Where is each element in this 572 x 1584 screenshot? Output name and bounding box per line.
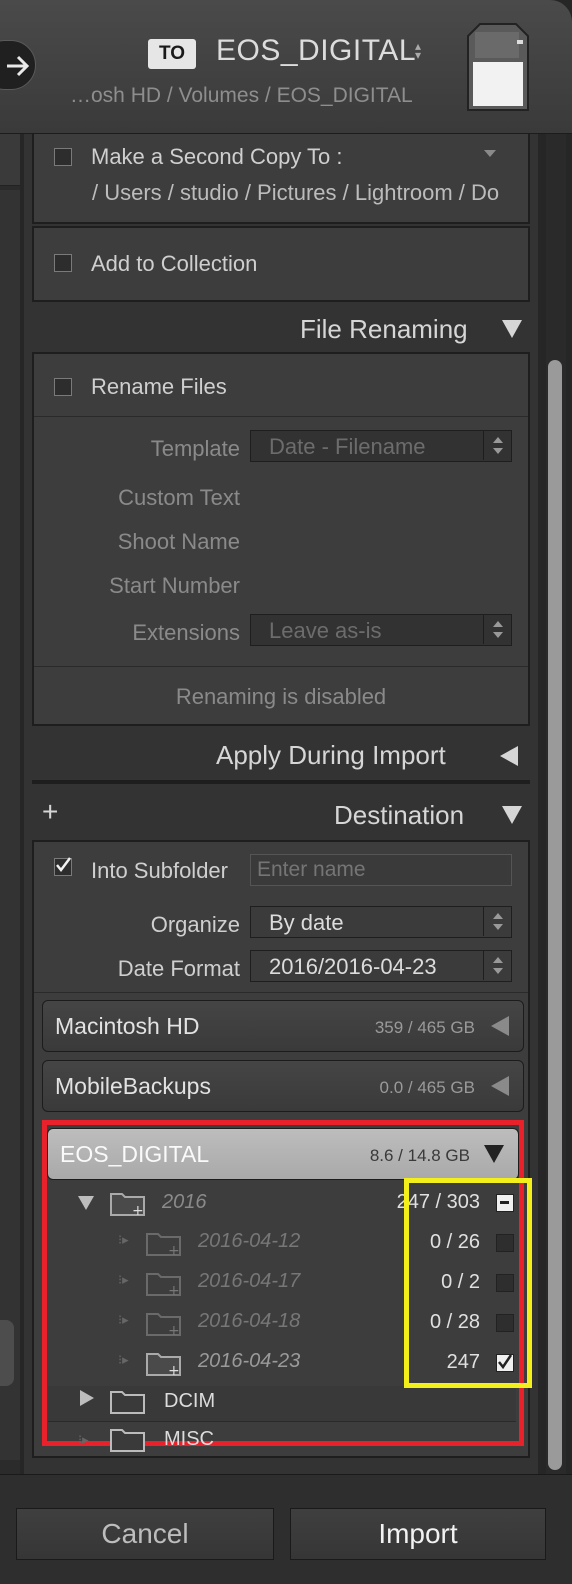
updown-chevron-icon [483, 431, 511, 460]
svg-text:+: + [168, 1363, 180, 1376]
extensions-value: Leave as-is [269, 618, 382, 643]
yellow-highlight-box [404, 1178, 532, 1388]
subfolder-name-input[interactable] [250, 854, 512, 886]
updown-chevron-icon[interactable]: ▴ ▾ [412, 40, 424, 61]
folder-name: 2016-04-18 [198, 1310, 301, 1332]
updown-chevron-icon [483, 615, 511, 644]
volume-mobilebackups[interactable]: MobileBackups 0.0 / 465 GB [42, 1060, 524, 1112]
dotted-connector-icon: ⁝▸ [78, 1432, 89, 1447]
extensions-select[interactable]: Leave as-is [250, 614, 512, 646]
add-to-collection-checkbox[interactable] [54, 254, 72, 272]
volume-eos-digital[interactable]: EOS_DIGITAL 8.6 / 14.8 GB [47, 1128, 519, 1180]
checkmark-icon [56, 857, 71, 873]
extensions-label: Extensions [132, 620, 240, 645]
dotted-connector-icon: ⁝▸ [118, 1352, 129, 1367]
start-number-label: Start Number [109, 573, 240, 598]
folder-name[interactable]: MISC [164, 1428, 214, 1451]
add-folder-button[interactable]: + [42, 796, 58, 828]
folder-icon [110, 1429, 145, 1452]
file-renaming-section: Rename Files Template Date - Filename Cu… [32, 352, 530, 726]
triangle-right-icon[interactable] [80, 1390, 94, 1406]
volume-name: Macintosh HD [55, 1013, 200, 1039]
destination-title[interactable]: EOS_DIGITAL [216, 34, 416, 68]
svg-text:+: + [168, 1323, 180, 1336]
add-to-collection-section: Add to Collection [32, 226, 530, 302]
svg-text:+: + [168, 1283, 180, 1296]
organize-value: By date [269, 910, 344, 935]
into-subfolder-label: Into Subfolder [91, 858, 228, 883]
add-to-collection-label: Add to Collection [91, 251, 258, 276]
updown-chevron-icon [483, 951, 511, 980]
second-copy-section: Make a Second Copy To : / Users / studio… [32, 134, 530, 224]
date-format-select[interactable]: 2016/2016-04-23 [250, 950, 512, 982]
triangle-down-icon[interactable] [78, 1196, 94, 1210]
scrollbar-thumb[interactable] [548, 360, 562, 1470]
folder-name: DCIM [164, 1390, 216, 1412]
destination-path: …osh HD / Volumes / EOS_DIGITAL [70, 84, 413, 107]
second-copy-checkbox[interactable] [54, 148, 72, 166]
volume-size: 0.0 / 465 GB [379, 1078, 475, 1097]
arrow-right-icon [7, 55, 30, 77]
template-select[interactable]: Date - Filename [250, 430, 512, 462]
folder-icon: + [146, 1353, 181, 1376]
memory-card-icon [467, 23, 529, 111]
rename-files-checkbox[interactable] [54, 378, 72, 396]
left-panel-edge [0, 134, 20, 1474]
folder-icon: + [146, 1313, 181, 1336]
folder-icon [110, 1391, 145, 1414]
svg-text:+: + [132, 1203, 144, 1216]
folder-name: 2016-04-12 [198, 1230, 301, 1252]
triangle-left-icon[interactable] [491, 1076, 509, 1096]
apply-during-import-header[interactable]: Apply During Import [216, 740, 446, 771]
triangle-down-icon[interactable] [484, 1145, 504, 1163]
triangle-down-icon[interactable] [502, 806, 522, 824]
folder-icon: + [146, 1233, 181, 1256]
svg-text:+: + [168, 1243, 180, 1256]
dotted-connector-icon: ⁝▸ [118, 1312, 129, 1327]
renaming-status: Renaming is disabled [175, 684, 387, 709]
rename-files-label: Rename Files [91, 374, 227, 399]
second-copy-label: Make a Second Copy To : [91, 144, 343, 169]
triangle-left-icon[interactable] [500, 746, 518, 766]
folder-name[interactable]: 2016 [162, 1191, 207, 1214]
date-format-label: Date Format [117, 956, 240, 981]
updown-chevron-icon [483, 907, 511, 936]
volume-macintosh-hd[interactable]: Macintosh HD 359 / 465 GB [42, 1000, 524, 1052]
right-panel: Make a Second Copy To : / Users / studio… [24, 134, 538, 1474]
custom-text-label: Custom Text [118, 485, 240, 510]
triangle-down-icon[interactable] [502, 320, 522, 338]
into-subfolder-checkbox[interactable] [54, 857, 72, 876]
chevron-down-icon[interactable] [484, 150, 496, 157]
template-label: Template [150, 436, 240, 461]
template-value: Date - Filename [269, 434, 426, 459]
destination-section-header[interactable]: Destination [334, 800, 464, 831]
to-badge: TO [148, 39, 196, 69]
folder-icon: + [110, 1193, 145, 1216]
volume-size: 8.6 / 14.8 GB [369, 1146, 470, 1165]
folder-name: 2016-04-17 [198, 1270, 301, 1292]
file-renaming-header[interactable]: File Renaming [300, 314, 468, 345]
volume-name: EOS_DIGITAL [60, 1141, 210, 1167]
volume-size: 359 / 465 GB [374, 1018, 475, 1037]
folder-name: 2016-04-23 [198, 1350, 301, 1372]
organize-select[interactable]: By date [250, 906, 512, 938]
dotted-connector-icon: ⁝▸ [118, 1272, 129, 1287]
shoot-name-label: Shoot Name [117, 529, 240, 554]
organize-label: Organize [150, 912, 240, 937]
import-button[interactable]: Import [290, 1508, 546, 1560]
folder-icon: + [146, 1273, 181, 1296]
destination-section: Into Subfolder Organize By date Date For… [32, 840, 532, 1458]
volume-name: MobileBackups [55, 1073, 211, 1099]
triangle-left-icon[interactable] [491, 1016, 509, 1036]
date-format-value: 2016/2016-04-23 [269, 954, 437, 979]
dotted-connector-icon: ⁝▸ [118, 1232, 129, 1247]
second-copy-path[interactable]: / Users / studio / Pictures / Lightroom … [92, 180, 524, 206]
cancel-button[interactable]: Cancel [16, 1508, 274, 1560]
